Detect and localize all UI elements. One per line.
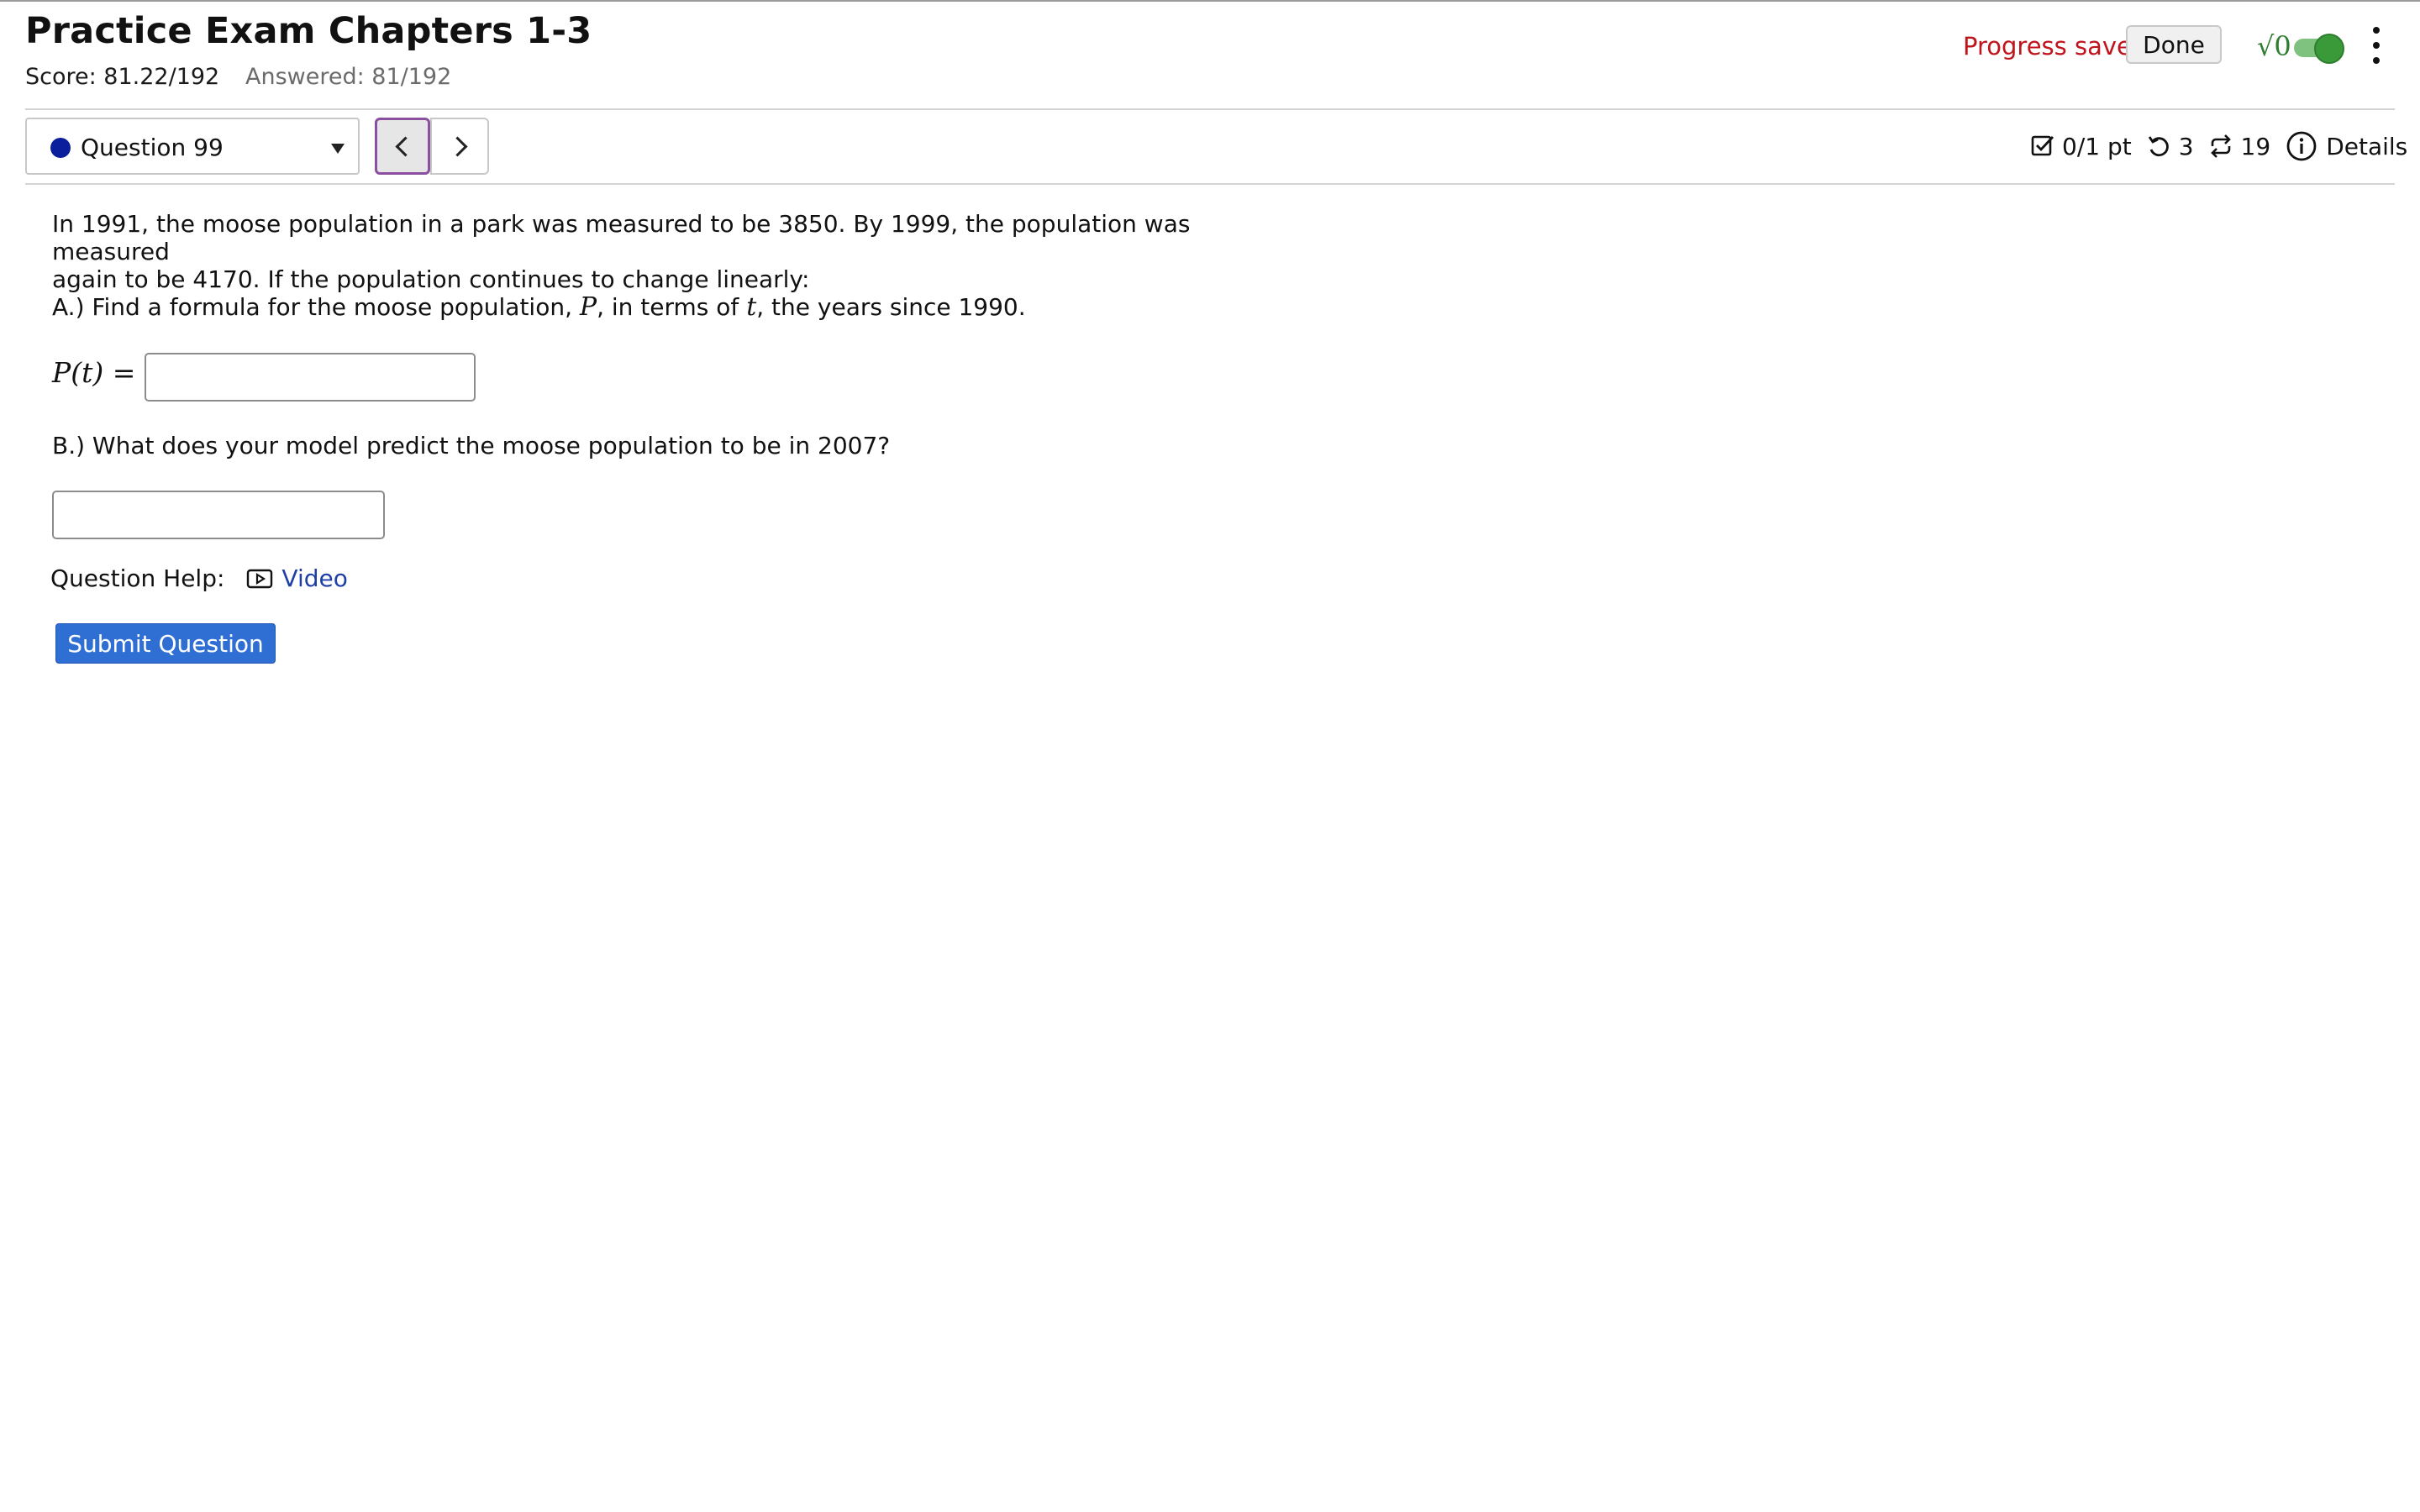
retries-count: 3 <box>2178 132 2194 160</box>
details-button[interactable]: Details <box>2286 130 2407 162</box>
kebab-icon[interactable] <box>2366 27 2386 64</box>
divider <box>25 183 2395 185</box>
next-question-button[interactable] <box>430 118 489 175</box>
divider <box>25 108 2395 110</box>
answered-count: Answered: 81/192 <box>245 64 452 90</box>
caret-down-icon <box>331 144 345 154</box>
progress-status: Progress saved <box>1963 32 2148 60</box>
details-label: Details <box>2326 132 2408 160</box>
toggle-knob <box>2314 34 2344 64</box>
question-status-dot <box>50 138 71 158</box>
score-text: Score: 81.22/192 <box>25 64 220 90</box>
question-help: Question Help: Video <box>50 564 348 592</box>
attempts-indicator: 19 <box>2207 132 2271 160</box>
question-text: In 1991, the moose population in a park … <box>52 210 1279 293</box>
undo-icon <box>2148 136 2169 157</box>
checkbox-icon <box>2031 135 2054 156</box>
top-rule <box>0 0 2420 2</box>
part-a-text: , in terms of <box>597 293 747 321</box>
video-link[interactable]: Video <box>281 564 347 592</box>
question-text-line: In 1991, the moose population in a park … <box>52 210 1191 265</box>
question-help-label: Question Help: <box>50 564 225 592</box>
part-a-text: , the years since 1990. <box>756 293 1026 321</box>
part-b-prompt: B.) What does your model predict the moo… <box>52 432 891 459</box>
math-entry-toggle[interactable]: √0 <box>2257 29 2344 64</box>
page-title: Practice Exam Chapters 1-3 <box>25 10 592 52</box>
formula-label: P(t) = <box>52 356 135 389</box>
points-indicator: 0/1 pt <box>2030 133 2132 160</box>
part-a-text: A.) Find a formula for the moose populat… <box>52 293 580 321</box>
formula-label-text: P(t) = <box>52 356 136 389</box>
repeat-icon <box>2210 134 2231 158</box>
math-variable: P <box>579 292 597 322</box>
part-a-prompt: A.) Find a formula for the moose populat… <box>52 292 1026 322</box>
chevron-left-icon <box>394 135 416 157</box>
submit-question-button[interactable]: Submit Question <box>55 623 276 664</box>
info-icon <box>2286 131 2317 161</box>
points-text: 0/1 pt <box>2062 132 2132 160</box>
question-text-line: again to be 4170. If the population cont… <box>52 265 810 293</box>
previous-question-button[interactable] <box>375 118 430 175</box>
attempts-count: 19 <box>2240 132 2271 160</box>
chevron-right-icon <box>446 135 468 157</box>
video-icon[interactable] <box>246 568 273 590</box>
math-variable: t <box>746 292 757 322</box>
sqrt-icon: √0 <box>2257 30 2291 62</box>
question-meta: 0/1 pt 3 19 Details <box>2030 129 2407 163</box>
retries-indicator: 3 <box>2145 133 2194 160</box>
answer-input-a[interactable] <box>145 353 476 402</box>
done-button[interactable]: Done <box>2126 25 2222 64</box>
question-select[interactable]: Question 99 <box>25 118 360 175</box>
question-select-value: Question 99 <box>81 134 224 161</box>
answer-input-b[interactable] <box>52 491 385 539</box>
